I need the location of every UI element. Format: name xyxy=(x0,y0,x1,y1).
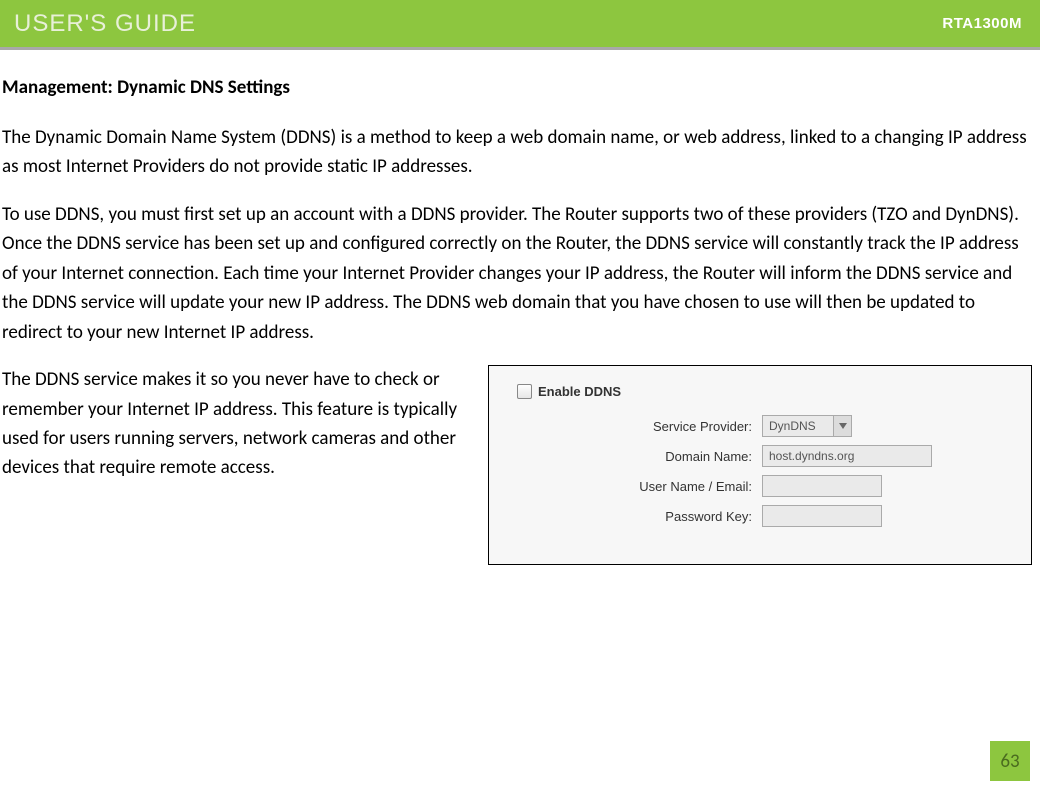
header-bar: USER'S GUIDE RTA1300M xyxy=(0,0,1040,50)
service-provider-select[interactable]: DynDNS xyxy=(762,415,852,437)
ddns-settings-panel: Enable DDNS Service Provider: DynDNS Dom… xyxy=(488,365,1032,565)
service-provider-label: Service Provider: xyxy=(617,419,762,434)
password-row: Password Key: xyxy=(517,505,1011,527)
enable-ddns-label: Enable DDNS xyxy=(538,384,621,399)
header-title: USER'S GUIDE xyxy=(14,10,196,38)
password-label: Password Key: xyxy=(617,509,762,524)
main-content: Management: Dynamic DNS Settings The Dyn… xyxy=(0,50,1040,565)
user-name-label: User Name / Email: xyxy=(617,479,762,494)
user-name-input[interactable] xyxy=(762,475,882,497)
domain-name-row: Domain Name: xyxy=(517,445,1011,467)
left-column: The DDNS service makes it so you never h… xyxy=(0,365,480,501)
password-input[interactable] xyxy=(762,505,882,527)
section-title: Management: Dynamic DNS Settings xyxy=(0,76,1040,99)
paragraph-2: To use DDNS, you must first set up an ac… xyxy=(0,200,1040,347)
domain-name-input[interactable] xyxy=(762,445,932,467)
header-model: RTA1300M xyxy=(942,15,1022,32)
content-row: The DDNS service makes it so you never h… xyxy=(0,365,1040,565)
domain-name-label: Domain Name: xyxy=(617,449,762,464)
paragraph-1: The Dynamic Domain Name System (DDNS) is… xyxy=(0,123,1040,182)
paragraph-3: The DDNS service makes it so you never h… xyxy=(0,365,480,483)
user-name-row: User Name / Email: xyxy=(517,475,1011,497)
enable-ddns-checkbox[interactable] xyxy=(517,384,532,399)
ddns-form: Enable DDNS Service Provider: DynDNS Dom… xyxy=(489,366,1031,527)
chevron-down-icon xyxy=(833,416,851,436)
service-provider-value: DynDNS xyxy=(763,419,833,433)
enable-ddns-row: Enable DDNS xyxy=(517,384,1011,399)
service-provider-row: Service Provider: DynDNS xyxy=(517,415,1011,437)
page-number: 63 xyxy=(990,741,1030,781)
